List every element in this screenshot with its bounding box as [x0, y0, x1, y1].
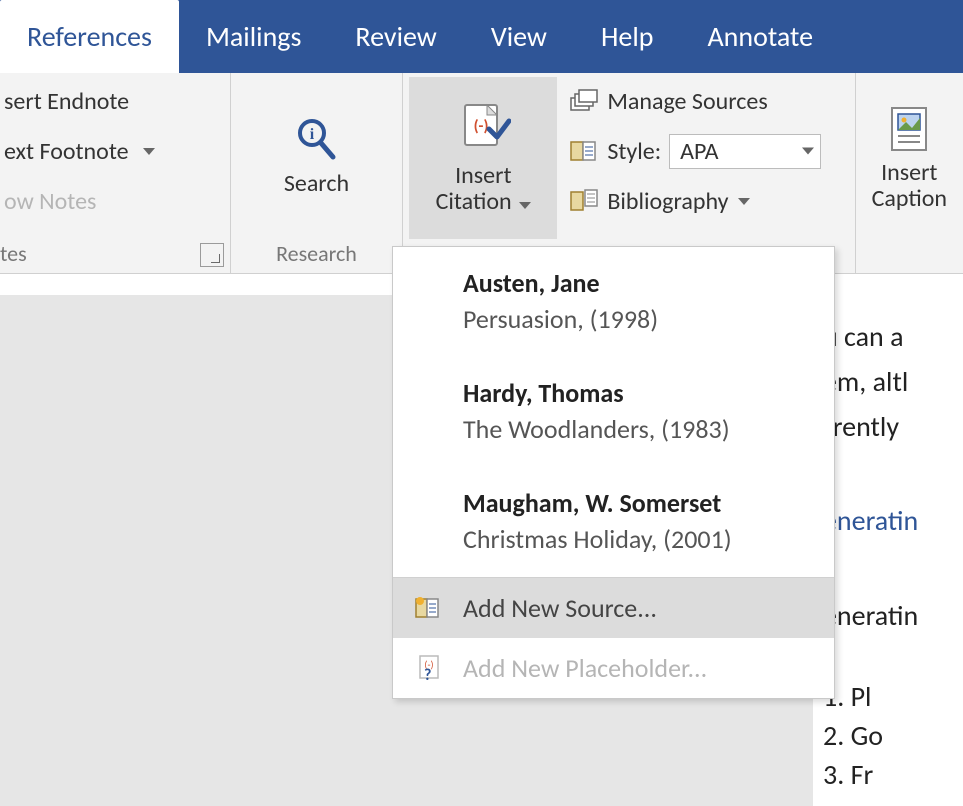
style-label: Style: [607, 137, 661, 166]
search-label: Search [284, 171, 349, 197]
tab-view[interactable]: View [464, 0, 574, 73]
doc-list-item: 2. Go [823, 718, 963, 753]
citation-author: Maugham, W. Somerset [463, 487, 804, 519]
manage-sources-icon [569, 88, 599, 114]
doc-text: rrently [823, 405, 963, 450]
doc-list-item: 1. Pl [823, 679, 963, 714]
doc-list-item: 3. Fr [823, 757, 963, 792]
ribbon-tab-bar: References Mailings Review View Help Ann… [0, 0, 963, 73]
doc-text: em, altl [823, 360, 963, 405]
insert-caption-label-2: Caption [872, 184, 947, 213]
add-new-placeholder-label: Add New Placeholder... [463, 652, 707, 684]
show-notes-button: ow Notes [0, 183, 224, 219]
chevron-down-icon [143, 148, 155, 155]
document-page[interactable]: u can a em, altl rrently eneratin enerat… [813, 295, 963, 806]
next-footnote-button[interactable]: ext Footnote [0, 133, 224, 169]
citation-author: Austen, Jane [463, 267, 804, 299]
add-new-source-button[interactable]: Add New Source... [393, 578, 834, 638]
insert-caption-button[interactable]: Insert Caption [862, 77, 957, 239]
insert-citation-icon: (-) [455, 101, 511, 157]
footnotes-dialog-launcher[interactable] [200, 243, 224, 267]
doc-hyperlink[interactable]: eneratin [823, 499, 963, 544]
insert-citation-label-1: Insert [455, 161, 511, 190]
tab-references[interactable]: References [0, 0, 179, 73]
citation-title: The Woodlanders, (1983) [463, 413, 804, 445]
bibliography-button[interactable]: Bibliography [565, 183, 825, 219]
chevron-down-icon [519, 202, 531, 209]
captions-group-label [862, 239, 957, 273]
insert-endnote-label: sert Endnote [4, 87, 129, 116]
insert-endnote-button[interactable]: sert Endnote [0, 83, 224, 119]
chevron-down-icon [738, 198, 750, 205]
chevron-down-icon [802, 148, 814, 155]
footnotes-group-label: tes [0, 236, 27, 273]
doc-text: u can a [823, 315, 963, 360]
insert-citation-dropdown: Austen, Jane Persuasion, (1998) Hardy, T… [392, 246, 835, 699]
show-notes-label: ow Notes [4, 187, 96, 216]
style-value: APA [680, 137, 718, 166]
bibliography-icon [569, 188, 599, 214]
citation-title: Christmas Holiday, (2001) [463, 523, 804, 555]
research-group-label: Research [237, 236, 397, 273]
search-icon: i [291, 115, 341, 165]
citation-style-select[interactable]: APA [669, 134, 821, 169]
tab-annotate[interactable]: Annotate [680, 0, 840, 73]
add-new-source-label: Add New Source... [463, 592, 657, 624]
bibliography-label: Bibliography [607, 187, 728, 216]
manage-sources-button[interactable]: Manage Sources [565, 83, 825, 119]
add-source-icon [413, 593, 443, 623]
svg-text:i: i [310, 126, 315, 143]
citation-title: Persuasion, (1998) [463, 303, 804, 335]
svg-text:(-): (-) [474, 117, 489, 136]
add-new-placeholder-button: (-)? Add New Placeholder... [393, 638, 834, 698]
insert-citation-label-2: Citation [436, 187, 512, 216]
tab-review[interactable]: Review [328, 0, 463, 73]
citation-source-item[interactable]: Austen, Jane Persuasion, (1998) [393, 247, 834, 357]
next-footnote-label: ext Footnote [4, 137, 129, 166]
insert-citation-button[interactable]: (-) Insert Citation [409, 77, 557, 239]
svg-text:?: ? [424, 666, 431, 682]
manage-sources-label: Manage Sources [607, 87, 767, 116]
style-icon [569, 138, 599, 164]
citation-source-item[interactable]: Hardy, Thomas The Woodlanders, (1983) [393, 357, 834, 467]
search-button[interactable]: i Search [274, 77, 359, 236]
tab-help[interactable]: Help [574, 0, 681, 73]
ribbon-body: sert Endnote ext Footnote ow Notes tes i [0, 73, 963, 274]
doc-text: eneratin [823, 594, 963, 639]
insert-caption-label-1: Insert [881, 158, 937, 187]
citation-style-row: Style: APA [565, 133, 825, 169]
tab-mailings[interactable]: Mailings [179, 0, 328, 73]
citation-source-item[interactable]: Maugham, W. Somerset Christmas Holiday, … [393, 467, 834, 577]
citation-author: Hardy, Thomas [463, 377, 804, 409]
add-placeholder-icon: (-)? [413, 653, 443, 683]
insert-caption-icon [884, 104, 934, 154]
